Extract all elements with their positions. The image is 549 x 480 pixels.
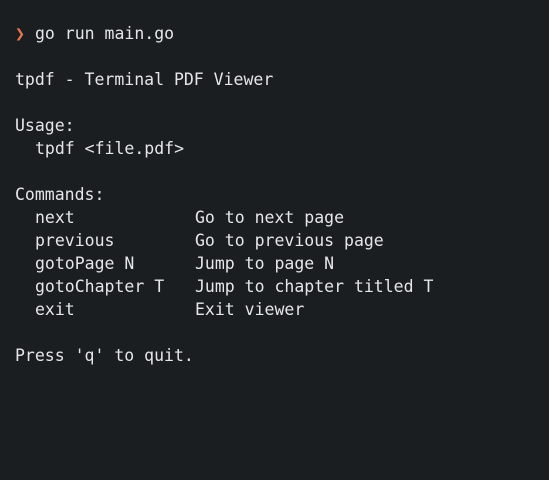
commands-header: Commands: — [15, 185, 105, 204]
command-row: next Go to next page — [15, 206, 534, 229]
command-row: gotoChapter T Jump to chapter titled T — [15, 275, 534, 298]
command-description: Go to previous page — [195, 231, 384, 250]
commands-list: next Go to next page previous Go to previo… — [15, 206, 534, 321]
prompt-line: ❯ go run main.go — [15, 22, 534, 45]
command-name: next — [35, 208, 75, 227]
command-description: Jump to page N — [195, 254, 335, 273]
command-name: gotoChapter T — [35, 277, 165, 296]
prompt-chevron-icon: ❯ — [15, 24, 25, 43]
usage-example: tpdf <file.pdf> — [35, 139, 185, 158]
quit-hint: Press 'q' to quit. — [15, 346, 194, 365]
command-description: Go to next page — [195, 208, 345, 227]
command-row: previous Go to previous page — [15, 229, 534, 252]
shell-command: go run main.go — [35, 24, 175, 43]
command-name: exit — [35, 300, 75, 319]
command-row: gotoPage N Jump to page N — [15, 252, 534, 275]
usage-header: Usage: — [15, 116, 75, 135]
program-title: tpdf - Terminal PDF Viewer — [15, 70, 274, 89]
command-name: previous — [35, 231, 115, 250]
command-name: gotoPage N — [35, 254, 135, 273]
command-description: Jump to chapter titled T — [195, 277, 434, 296]
terminal-window[interactable]: ❯ go run main.go tpdf - Terminal PDF View… — [0, 0, 549, 480]
command-description: Exit viewer — [195, 300, 305, 319]
command-row: exit Exit viewer — [15, 298, 534, 321]
